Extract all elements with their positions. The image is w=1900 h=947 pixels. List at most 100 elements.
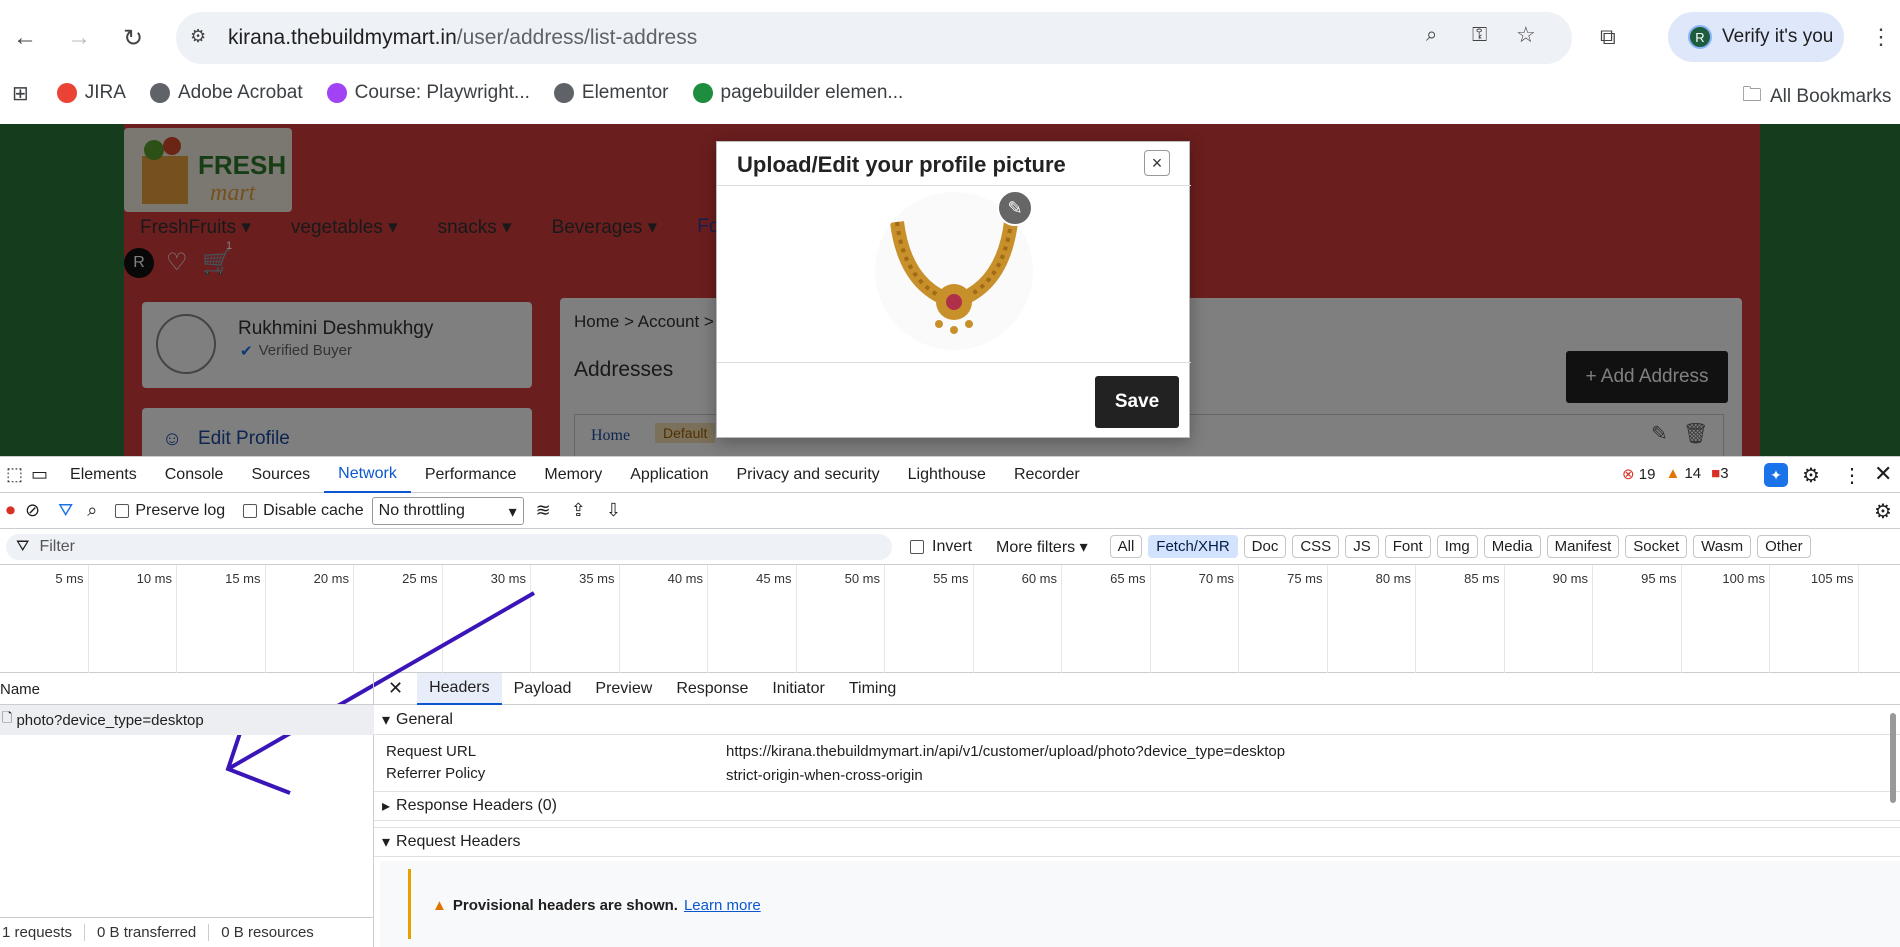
timeline-tick: 50 ms xyxy=(797,565,885,673)
general-section-header[interactable]: ▾ General xyxy=(374,705,1900,735)
devtools-tab[interactable]: Performance xyxy=(411,457,531,493)
triangle-right-icon: ▸ xyxy=(382,798,391,815)
browser-toolbar: ← → ↻ ⚙ kirana.thebuildmymart.in/user/ad… xyxy=(0,0,1900,64)
all-bookmarks[interactable]: 🗀 All Bookmarks xyxy=(1742,80,1891,114)
type-filter-chip[interactable]: Media xyxy=(1483,535,1541,558)
export-har-icon[interactable]: ⇩ xyxy=(606,500,621,521)
type-filter-chip[interactable]: Img xyxy=(1436,535,1478,558)
name-column-header[interactable]: Name xyxy=(0,673,374,705)
invert-checkbox[interactable] xyxy=(910,539,924,554)
timeline-tick: 105 ms xyxy=(1770,565,1859,673)
extensions-icon[interactable]: ⧉ xyxy=(1600,24,1616,50)
network-settings-icon[interactable]: ⚙ xyxy=(1874,499,1892,524)
menu-icon[interactable]: ⋮ xyxy=(1870,24,1892,50)
edit-photo-icon[interactable]: ✎ xyxy=(997,190,1033,226)
bookmark-item[interactable]: JIRA xyxy=(56,82,126,104)
import-har-icon[interactable]: ⇪ xyxy=(571,500,586,521)
chevron-down-icon: ▾ xyxy=(1079,538,1088,556)
devtools-tab[interactable]: Privacy and security xyxy=(722,457,893,493)
bookmark-item[interactable]: Course: Playwright... xyxy=(326,82,530,104)
back-icon[interactable]: ← xyxy=(8,21,42,55)
learn-more-link[interactable]: Learn more xyxy=(684,897,761,914)
devtools-tab[interactable]: Network xyxy=(324,457,411,493)
ai-assistant-icon[interactable]: ✦ xyxy=(1764,463,1788,487)
detail-scrollbar[interactable] xyxy=(1890,713,1896,803)
detail-tab[interactable]: Timing xyxy=(837,673,908,705)
filter-input[interactable]: ⛛ Filter xyxy=(6,533,892,560)
devtools-tab[interactable]: Lighthouse xyxy=(894,457,1000,493)
network-toolbar: ⏺ ⊘ ⛛ ⌕ Preserve log Disable cache No th… xyxy=(0,493,1900,529)
timeline-tick: 60 ms xyxy=(974,565,1062,673)
search-icon[interactable]: ⌕ xyxy=(87,500,97,521)
detail-tab[interactable]: Headers xyxy=(417,672,502,705)
type-filter-chip[interactable]: Socket xyxy=(1625,535,1688,558)
filter-icon[interactable]: ⛛ xyxy=(58,500,73,521)
timeline-tick: 70 ms xyxy=(1151,565,1239,673)
timeline-tick: 75 ms xyxy=(1239,565,1328,673)
filter-row: ⛛ Filter Invert More filters ▾ All Fetch/X… xyxy=(0,529,1900,565)
more-filters-dropdown[interactable]: More filters ▾ xyxy=(996,537,1088,557)
type-filter-chip[interactable]: Wasm xyxy=(1693,535,1752,558)
timeline-tick: 5 ms xyxy=(0,565,89,673)
type-filter-chip[interactable]: Doc xyxy=(1243,535,1287,558)
devtools-tab[interactable]: Recorder xyxy=(1000,457,1094,493)
devtools-tab[interactable]: Application xyxy=(616,457,722,493)
type-filter-chip[interactable]: JS xyxy=(1345,535,1379,558)
devtools-tabs: ⬚ ▭ Elements Console Sources Network Perform… xyxy=(0,457,1900,493)
timeline-tick: 85 ms xyxy=(1416,565,1505,673)
type-filter-chip[interactable]: All xyxy=(1109,535,1143,558)
timeline-tick: 80 ms xyxy=(1328,565,1416,673)
more-icon[interactable]: ⋮ xyxy=(1842,463,1862,488)
detail-tab[interactable]: Initiator xyxy=(760,673,836,705)
bookmark-favicon-icon xyxy=(149,83,170,103)
zoom-icon[interactable]: ⌕ xyxy=(1426,24,1437,47)
request-url-label: Request URL xyxy=(386,743,477,760)
settings-icon[interactable]: ⚙ xyxy=(1802,463,1820,488)
detail-tab[interactable]: Response xyxy=(664,673,760,705)
modal-close-button[interactable]: × xyxy=(1144,150,1170,176)
close-devtools-icon[interactable]: ✕ xyxy=(1874,461,1892,487)
address-bar[interactable]: ⚙ kirana.thebuildmymart.in/user/address/… xyxy=(176,12,1572,64)
record-icon[interactable]: ⏺ xyxy=(6,500,15,521)
detail-tab[interactable]: Preview xyxy=(583,673,664,705)
type-filter-chip[interactable]: Fetch/XHR xyxy=(1148,535,1238,558)
type-filter-chip[interactable]: Other xyxy=(1757,535,1811,558)
site-info-icon[interactable]: ⚙ xyxy=(190,26,206,47)
bookmark-item[interactable]: Adobe Acrobat xyxy=(149,82,303,104)
close-detail-icon[interactable]: ✕ xyxy=(374,678,417,699)
request-row[interactable]: 🗋 photo?device_type=desktop xyxy=(0,705,374,735)
request-headers-section[interactable]: ▾ Request Headers xyxy=(374,827,1900,857)
type-filter-chip[interactable]: Font xyxy=(1384,535,1431,558)
star-icon[interactable]: ☆ xyxy=(1516,22,1536,48)
bookmark-item[interactable]: pagebuilder elemen... xyxy=(692,82,904,104)
preserve-log-checkbox[interactable] xyxy=(115,503,130,518)
reload-icon[interactable]: ↻ xyxy=(116,21,150,55)
type-filter-chip[interactable]: Manifest xyxy=(1546,535,1620,558)
url-text[interactable]: kirana.thebuildmymart.in/user/address/li… xyxy=(228,26,697,50)
devtools-tab-list: Elements Console Sources Network Performance… xyxy=(56,457,1094,493)
verify-button[interactable]: R Verify it's you xyxy=(1668,12,1844,62)
request-list: Name 🗋 photo?device_type=desktop 1 reque… xyxy=(0,673,374,947)
forward-icon[interactable]: → xyxy=(62,21,96,55)
devtools-tab[interactable]: Memory xyxy=(530,457,616,493)
key-icon[interactable]: ⚿ xyxy=(1472,24,1487,47)
devtools-tab[interactable]: Elements xyxy=(56,457,151,493)
type-filter-chip[interactable]: CSS xyxy=(1292,535,1340,558)
devtools-tab[interactable]: Sources xyxy=(237,457,324,493)
inspect-icon[interactable]: ⬚ xyxy=(6,464,23,485)
throttling-select[interactable]: No throttling ▾ xyxy=(371,496,524,525)
device-toggle-icon[interactable]: ▭ xyxy=(31,464,48,485)
response-headers-section[interactable]: ▸ Response Headers (0) xyxy=(374,791,1900,821)
clear-icon[interactable]: ⊘ xyxy=(25,500,40,521)
detail-tab[interactable]: Payload xyxy=(502,673,584,705)
apps-icon[interactable]: ⊞ xyxy=(12,81,29,106)
disable-cache-checkbox[interactable] xyxy=(243,503,258,518)
banner-accent xyxy=(408,869,411,939)
network-conditions-icon[interactable]: ≋ xyxy=(536,500,551,521)
warning-icon: ▲ xyxy=(1665,465,1681,482)
devtools-tab[interactable]: Console xyxy=(151,457,238,493)
issue-counters[interactable]: ⊗ 19 ▲ 14 ■3 xyxy=(1622,465,1729,483)
bookmark-item[interactable]: Elementor xyxy=(553,82,669,104)
bookmark-label: pagebuilder elemen... xyxy=(720,82,904,103)
save-button[interactable]: Save xyxy=(1095,376,1179,428)
